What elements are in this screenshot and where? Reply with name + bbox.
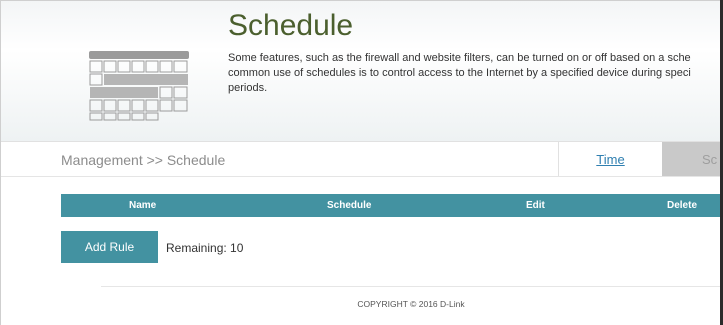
page-title: Schedule [228, 9, 354, 42]
tab-time[interactable]: Time [558, 142, 662, 176]
breadcrumb: Management >> Schedule [61, 152, 226, 168]
schedule-table-header: Name Schedule Edit Delete [61, 194, 720, 217]
column-header-delete: Delete [667, 200, 698, 211]
sub-nav: Management >> Schedule Time Sc [1, 142, 720, 177]
copyright-text: COPYRIGHT © 2016 D-Link [357, 299, 465, 309]
page-frame: Schedule Some features, such as the fire… [0, 0, 720, 325]
description-line: common use of schedules is to control ac… [228, 67, 691, 79]
page-description: Some features, such as the firewall and … [228, 51, 720, 96]
add-rule-button[interactable]: Add Rule [61, 231, 158, 263]
calendar-icon [89, 51, 189, 121]
column-header-schedule: Schedule [327, 200, 372, 211]
tab-schedule[interactable]: Sc [662, 142, 720, 176]
page-header: Schedule Some features, such as the fire… [1, 1, 720, 142]
footer-divider [101, 286, 720, 287]
column-header-edit: Edit [526, 200, 545, 211]
column-header-name: Name [129, 200, 157, 211]
description-line: periods. [228, 82, 268, 94]
remaining-count: Remaining: 10 [166, 241, 244, 255]
description-line: Some features, such as the firewall and … [228, 52, 691, 64]
